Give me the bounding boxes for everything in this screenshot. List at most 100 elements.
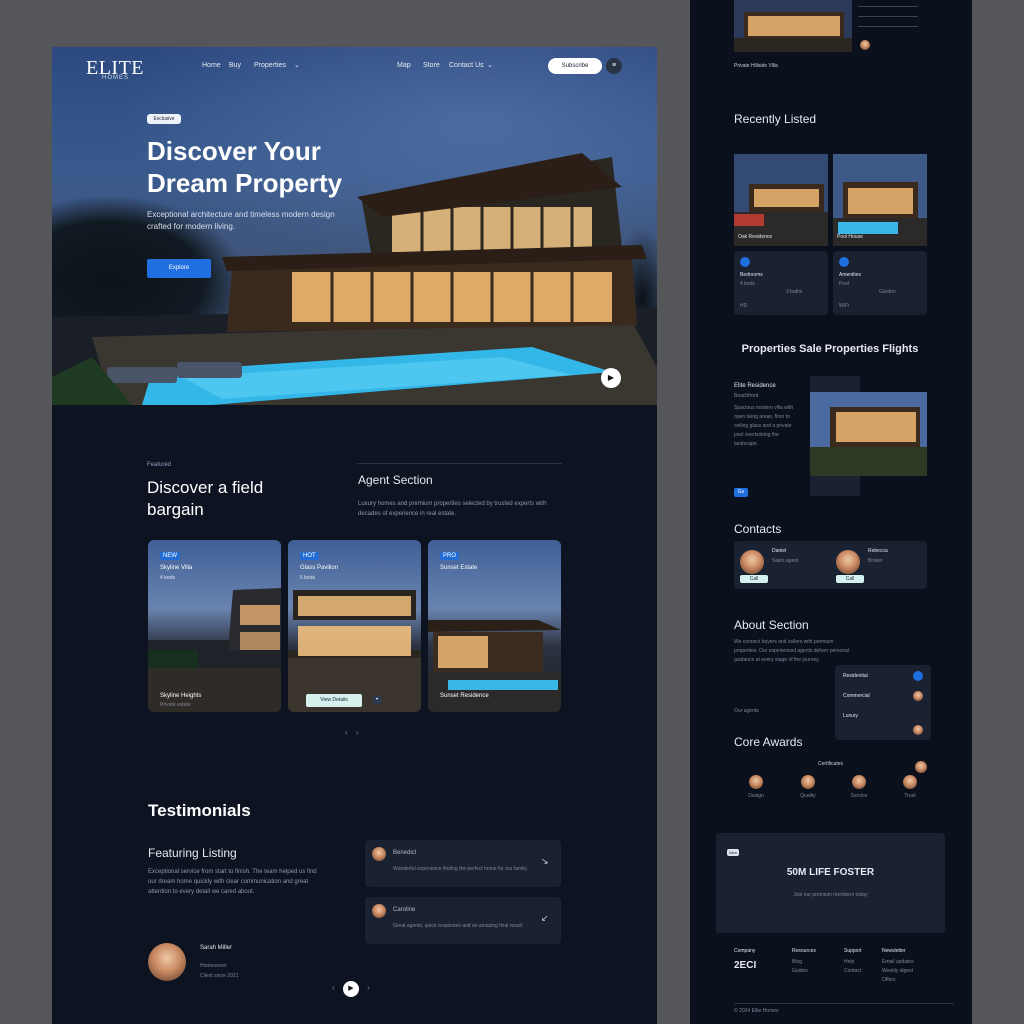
copyright: © 2024 Elite Homes bbox=[734, 1008, 779, 1014]
brand-tagline: HOMES bbox=[102, 75, 130, 81]
contacts-title: Contacts bbox=[734, 522, 782, 536]
avatar bbox=[860, 40, 870, 50]
next-arrow-icon[interactable]: › bbox=[356, 728, 359, 737]
prev-arrow-icon[interactable]: ‹ bbox=[345, 728, 348, 737]
info-card[interactable]: Bedrooms 4 beds 3 baths HD bbox=[734, 251, 828, 315]
award-item[interactable]: Trust bbox=[896, 775, 924, 799]
info-card[interactable]: Amenities Pool Garden WiFi bbox=[833, 251, 927, 315]
arrow-icon[interactable]: ↙ bbox=[541, 913, 549, 924]
info-card-value: Pool bbox=[839, 281, 850, 287]
card-sub: Private estate bbox=[160, 702, 191, 708]
avatar bbox=[836, 550, 860, 574]
footer-link[interactable]: Email updates bbox=[882, 959, 952, 965]
footer-link[interactable]: Offers bbox=[882, 977, 952, 983]
listing-card[interactable]: Pool House bbox=[833, 154, 927, 246]
info-icon bbox=[839, 257, 849, 267]
testimonial-role: Homeowner bbox=[200, 963, 227, 969]
next-arrow-icon[interactable]: › bbox=[367, 983, 370, 992]
award-icon bbox=[852, 775, 866, 789]
estate-go-button[interactable]: Go bbox=[734, 488, 748, 497]
play-icon[interactable]: ▶ bbox=[342, 981, 359, 997]
footer-link[interactable]: Help bbox=[844, 959, 884, 965]
testimonial-card[interactable]: Benedict Wonderful experience finding th… bbox=[365, 840, 561, 887]
testimonial-text: Exceptional service from start to finish… bbox=[148, 869, 317, 895]
card-footer: Sunset Residence bbox=[440, 693, 489, 699]
avatar bbox=[740, 550, 764, 574]
property-card[interactable]: PRO Sunset Estate Sunset Residence bbox=[428, 540, 561, 712]
carousel-pager: ‹ › bbox=[345, 728, 359, 737]
contact-name: Daniel bbox=[772, 548, 787, 554]
info-icon[interactable]: • bbox=[372, 695, 382, 705]
side-item[interactable]: Residential bbox=[843, 673, 868, 679]
award-icon bbox=[903, 775, 917, 789]
property-card[interactable]: NEW Skyline Villa 4 beds Skyline Heights… bbox=[148, 540, 281, 712]
listing-card[interactable]: Oak Residence bbox=[734, 154, 828, 246]
card-meta: 4 beds bbox=[160, 575, 176, 581]
footer-link[interactable]: Guides bbox=[792, 968, 840, 974]
nav-contact[interactable]: Contact Us bbox=[449, 62, 484, 69]
arrow-icon[interactable]: ↘ bbox=[541, 856, 549, 867]
info-card-value: HD bbox=[740, 303, 748, 309]
nav-home[interactable]: Home bbox=[202, 62, 221, 69]
footer-link[interactable]: Blog bbox=[792, 959, 840, 965]
estate-sub: Beachfront bbox=[734, 393, 759, 399]
footer-col-head: Newsletter bbox=[882, 948, 906, 954]
footer-col: Company 2ECI bbox=[734, 948, 782, 971]
chevron-down-icon[interactable]: ⌄ bbox=[294, 61, 300, 69]
estate-image[interactable] bbox=[810, 392, 927, 476]
side-item[interactable]: Commercial bbox=[843, 693, 870, 699]
card-tag: HOT bbox=[300, 552, 319, 560]
promo-sub: Join our premium members today bbox=[793, 892, 868, 898]
estate-text: Spacious modern villa with open living a… bbox=[734, 405, 794, 447]
nav-map[interactable]: Map bbox=[397, 62, 411, 69]
nav-buy[interactable]: Buy bbox=[229, 62, 241, 69]
featured-label: Featured bbox=[147, 462, 172, 468]
top-property-image[interactable] bbox=[734, 0, 852, 52]
side-note: Our agents bbox=[734, 708, 759, 714]
featured-title: Discover a field bargain bbox=[147, 478, 264, 519]
estate-name: Elite Residence bbox=[734, 383, 776, 389]
about-title: About Section bbox=[734, 618, 809, 632]
awards-label: Certificates bbox=[818, 761, 844, 767]
prev-arrow-icon[interactable]: ‹ bbox=[332, 983, 335, 992]
avatar bbox=[913, 691, 923, 701]
avatar bbox=[913, 725, 923, 735]
properties-title: Properties Sale Properties Flights bbox=[741, 343, 919, 355]
subscribe-button[interactable]: Subscribe bbox=[548, 58, 602, 74]
testimonial-card-text: Great agents, quick responses and an ama… bbox=[393, 923, 524, 929]
card-name: Skyline Villa bbox=[160, 565, 193, 571]
line-item bbox=[858, 6, 918, 10]
property-card[interactable]: HOT Glass Pavilion 5 beds View Details • bbox=[288, 540, 421, 712]
chevron-down-icon[interactable]: ⌄ bbox=[487, 61, 493, 69]
view-details-button[interactable]: View Details bbox=[306, 694, 362, 707]
footer-col: Newsletter Email updates Weekly digest O… bbox=[882, 948, 952, 983]
side-item[interactable]: Luxury bbox=[843, 713, 858, 719]
footer-col-head: Support bbox=[844, 948, 862, 954]
footer-brand[interactable]: 2ECI bbox=[734, 960, 782, 971]
award-item[interactable]: Quality bbox=[794, 775, 822, 799]
award-item[interactable]: Design bbox=[742, 775, 770, 799]
footer-link[interactable]: Weekly digest bbox=[882, 968, 952, 974]
house-illustration bbox=[734, 0, 852, 52]
menu-icon[interactable]: ≡ bbox=[606, 58, 622, 74]
contact-call-button[interactable]: Call bbox=[740, 575, 768, 583]
contact-call-button[interactable]: Call bbox=[836, 575, 864, 583]
info-icon bbox=[913, 671, 923, 681]
footer-col-head: Company bbox=[734, 948, 756, 954]
award-label: Trust bbox=[904, 793, 916, 799]
play-icon[interactable]: ▶ bbox=[601, 368, 621, 388]
testimonial-card[interactable]: Caroline Great agents, quick responses a… bbox=[365, 897, 561, 944]
divider bbox=[734, 1003, 954, 1004]
testimonial-card-text: Wonderful experience finding the perfect… bbox=[393, 866, 528, 872]
about-text: We connect buyers and sellers with premi… bbox=[734, 639, 850, 663]
promo-banner[interactable]: New 50M LIFE FOSTER Join our premium mem… bbox=[716, 833, 945, 933]
award-item[interactable]: Service bbox=[845, 775, 873, 799]
footer: Company 2ECI Resources Blog Guides Suppo… bbox=[734, 948, 954, 1018]
hero-section: ELITE HOMES Home Buy Properties ⌄ Map St… bbox=[52, 47, 657, 405]
nav-store[interactable]: Store bbox=[423, 62, 440, 69]
award-icon bbox=[749, 775, 763, 789]
explore-button[interactable]: Explore bbox=[147, 259, 211, 278]
footer-link[interactable]: Contact bbox=[844, 968, 884, 974]
recently-listed-title: Recently Listed bbox=[734, 112, 817, 126]
nav-properties[interactable]: Properties bbox=[254, 62, 286, 69]
